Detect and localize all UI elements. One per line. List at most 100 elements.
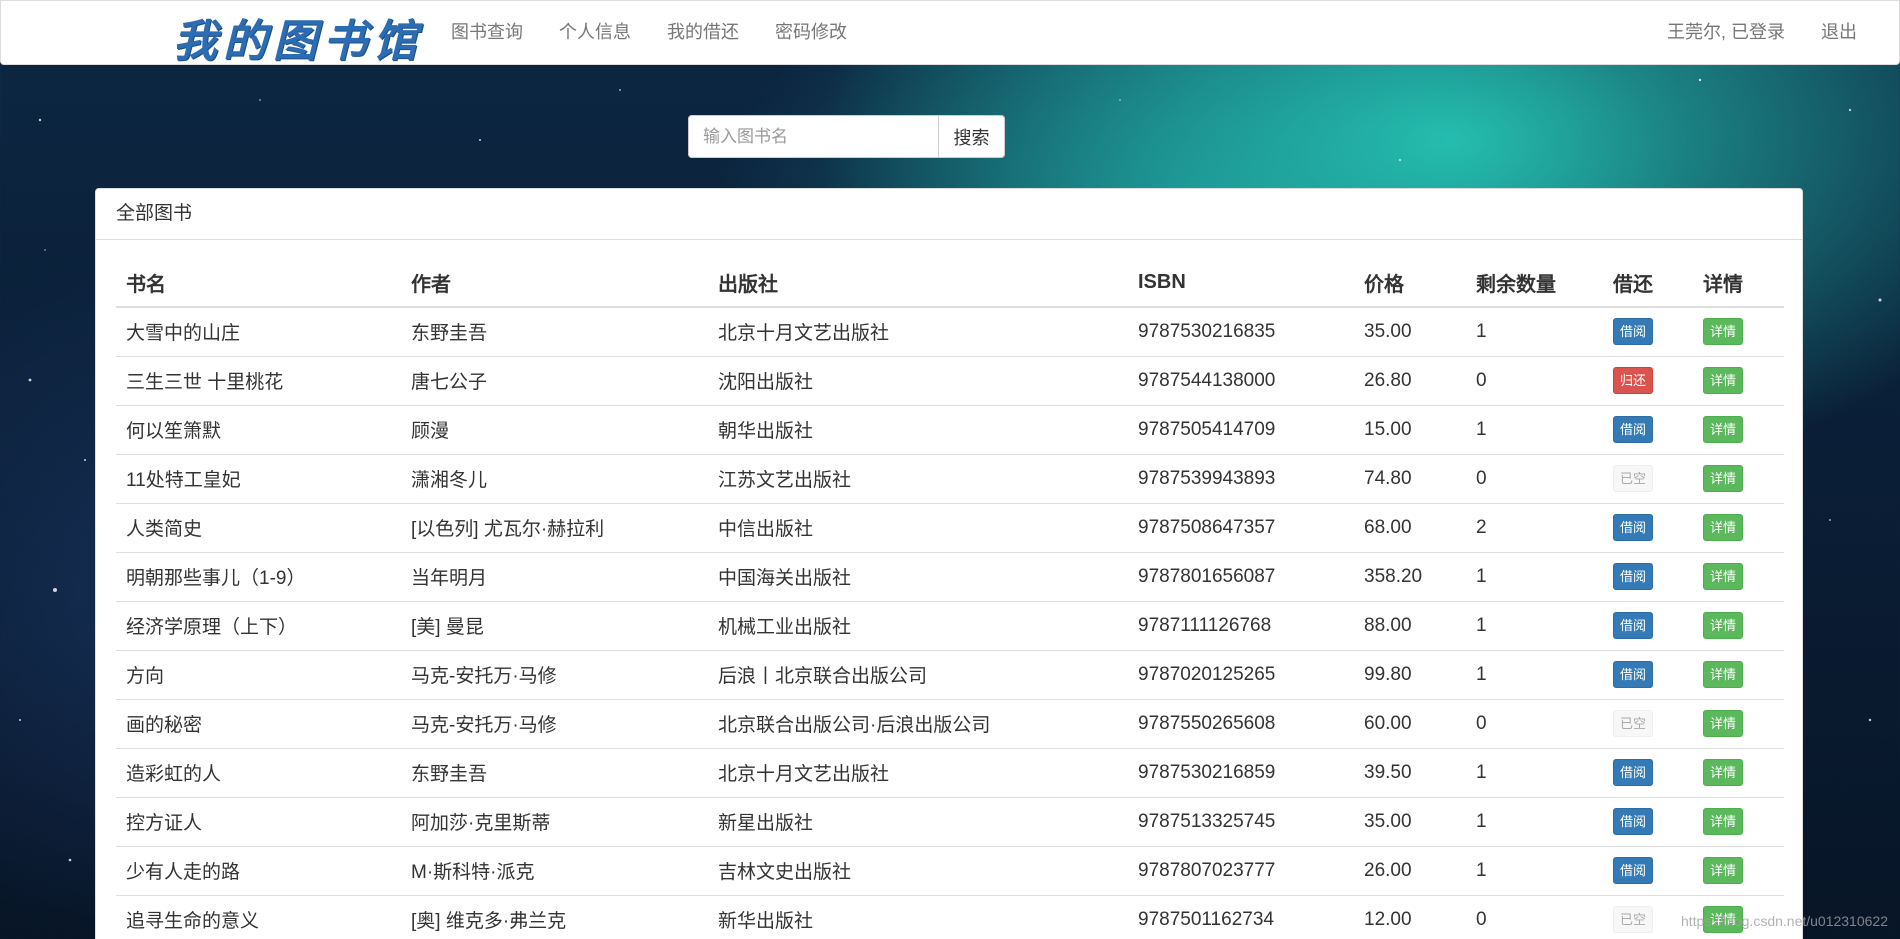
book-publisher: 北京十月文艺出版社: [708, 747, 1128, 797]
book-isbn: 9787544138000: [1128, 355, 1354, 405]
book-publisher: 中国海关出版社: [708, 551, 1128, 601]
book-price: 15.00: [1354, 404, 1466, 454]
borrow-button[interactable]: 借阅: [1613, 563, 1654, 590]
book-isbn: 9787020125265: [1128, 649, 1354, 699]
details-button[interactable]: 详情: [1703, 612, 1744, 639]
details-button[interactable]: 详情: [1703, 857, 1744, 884]
book-title: 何以笙箫默: [116, 404, 401, 454]
header-author: 作者: [401, 259, 708, 308]
book-title: 三生三世 十里桃花: [116, 355, 401, 405]
table-row: 经济学原理（上下） [美] 曼昆 机械工业出版社 9787111126768 88.00…: [116, 600, 1784, 650]
details-cell: 详情: [1693, 453, 1784, 503]
watermark: https://blog.csdn.net/u012310622: [1680, 913, 1888, 929]
book-price: 88.00: [1354, 600, 1466, 650]
borrow-button[interactable]: 借阅: [1613, 808, 1654, 835]
top-navbar: 我的图书馆 图书查询 个人信息 我的借还 密码修改 王莞尔, 已登录 退出: [0, 0, 1900, 67]
logout-link[interactable]: 退出: [1803, 1, 1875, 66]
details-button[interactable]: 详情: [1703, 416, 1744, 443]
details-button[interactable]: 详情: [1703, 563, 1744, 590]
borrow-button[interactable]: 借阅: [1613, 318, 1654, 346]
details-button[interactable]: 详情: [1703, 465, 1744, 492]
book-isbn: 9787513325745: [1128, 796, 1354, 846]
book-title: 少有人走的路: [116, 845, 401, 895]
book-stock: 1: [1466, 551, 1603, 601]
table-body: 大雪中的山庄 东野圭吾 北京十月文艺出版社 9787530216835 35.00 1 借阅…: [116, 306, 1784, 939]
book-price: 99.80: [1354, 649, 1466, 699]
details-cell: 详情: [1693, 551, 1784, 601]
book-isbn: 9787539943893: [1128, 453, 1354, 503]
book-stock: 0: [1466, 355, 1603, 405]
book-stock: 1: [1466, 796, 1603, 846]
book-author: 马克-安托万·马修: [401, 649, 708, 699]
book-price: 35.00: [1354, 306, 1466, 356]
book-isbn: 9787550265608: [1128, 698, 1354, 748]
borrow-button[interactable]: 借阅: [1613, 759, 1654, 786]
nav-book-search[interactable]: 图书查询: [433, 1, 541, 66]
table-row: 画的秘密 马克-安托万·马修 北京联合出版公司·后浪出版公司 978755026560…: [116, 698, 1784, 748]
borrow-return-cell: 借阅: [1603, 649, 1693, 699]
borrow-return-cell: 借阅: [1603, 404, 1693, 454]
borrow-button[interactable]: 借阅: [1613, 514, 1654, 541]
search-button[interactable]: 搜索: [938, 115, 1005, 158]
book-title: 造彩虹的人: [116, 747, 401, 797]
book-title: 方向: [116, 649, 401, 699]
borrow-button[interactable]: 借阅: [1613, 612, 1654, 639]
details-cell: 详情: [1693, 600, 1784, 650]
book-author: 东野圭吾: [401, 306, 708, 356]
return-button[interactable]: 归还: [1613, 367, 1654, 394]
site-logo[interactable]: 我的图书馆: [173, 5, 423, 69]
book-publisher: 北京联合出版公司·后浪出版公司: [708, 698, 1128, 748]
book-isbn: 9787807023777: [1128, 845, 1354, 895]
details-button[interactable]: 详情: [1703, 514, 1744, 541]
unavailable-badge: 已空: [1613, 710, 1654, 737]
book-price: 358.20: [1354, 551, 1466, 601]
book-publisher: 吉林文史出版社: [708, 845, 1128, 895]
nav-change-password[interactable]: 密码修改: [757, 1, 865, 66]
header-title: 书名: [116, 259, 401, 308]
user-nav: 王莞尔, 已登录 退出: [1649, 1, 1875, 66]
book-stock: 1: [1466, 845, 1603, 895]
book-publisher: 江苏文艺出版社: [708, 453, 1128, 503]
book-title: 追寻生命的意义: [116, 894, 401, 939]
main-nav: 图书查询 个人信息 我的借还 密码修改: [433, 1, 865, 66]
details-button[interactable]: 详情: [1703, 367, 1744, 394]
table-row: 控方证人 阿加莎·克里斯蒂 新星出版社 9787513325745 35.00 1 借阅 详情: [116, 796, 1784, 846]
header-isbn: ISBN: [1128, 259, 1354, 308]
details-button[interactable]: 详情: [1703, 710, 1744, 737]
details-cell: 详情: [1693, 355, 1784, 405]
borrow-return-cell: 借阅: [1603, 502, 1693, 552]
book-author: [美] 曼昆: [401, 600, 708, 650]
book-publisher: 北京十月文艺出版社: [708, 306, 1128, 356]
borrow-return-cell: 已空: [1603, 453, 1693, 503]
table-row: 何以笙箫默 顾漫 朝华出版社 9787505414709 15.00 1 借阅 详情: [116, 404, 1784, 454]
book-stock: 0: [1466, 453, 1603, 503]
borrow-return-cell: 借阅: [1603, 747, 1693, 797]
book-author: 马克-安托万·马修: [401, 698, 708, 748]
table-header-row: 书名 作者 出版社 ISBN 价格 剩余数量 借还 详情: [116, 259, 1784, 308]
table-row: 明朝那些事儿（1-9） 当年明月 中国海关出版社 9787801656087 358.2…: [116, 551, 1784, 601]
borrow-return-cell: 已空: [1603, 894, 1693, 939]
borrow-return-cell: 已空: [1603, 698, 1693, 748]
details-button[interactable]: 详情: [1703, 318, 1744, 346]
header-price: 价格: [1354, 259, 1466, 308]
table-row: 人类简史 [以色列] 尤瓦尔·赫拉利 中信出版社 9787508647357 68.00…: [116, 502, 1784, 552]
table-row: 三生三世 十里桃花 唐七公子 沈阳出版社 9787544138000 26.80 0 归还 详…: [116, 355, 1784, 405]
details-button[interactable]: 详情: [1703, 661, 1744, 688]
borrow-button[interactable]: 借阅: [1613, 661, 1654, 688]
book-isbn: 9787501162734: [1128, 894, 1354, 939]
book-stock: 1: [1466, 747, 1603, 797]
book-price: 26.00: [1354, 845, 1466, 895]
book-price: 12.00: [1354, 894, 1466, 939]
nav-personal-info[interactable]: 个人信息: [541, 1, 649, 66]
details-button[interactable]: 详情: [1703, 808, 1744, 835]
book-title: 大雪中的山庄: [116, 306, 401, 356]
user-status[interactable]: 王莞尔, 已登录: [1649, 1, 1803, 66]
book-author: 唐七公子: [401, 355, 708, 405]
borrow-button[interactable]: 借阅: [1613, 857, 1654, 884]
search-input[interactable]: [688, 115, 938, 158]
borrow-button[interactable]: 借阅: [1613, 416, 1654, 443]
details-button[interactable]: 详情: [1703, 759, 1744, 786]
borrow-return-cell: 借阅: [1603, 551, 1693, 601]
borrow-return-cell: 借阅: [1603, 306, 1693, 356]
nav-my-loans[interactable]: 我的借还: [649, 1, 757, 66]
